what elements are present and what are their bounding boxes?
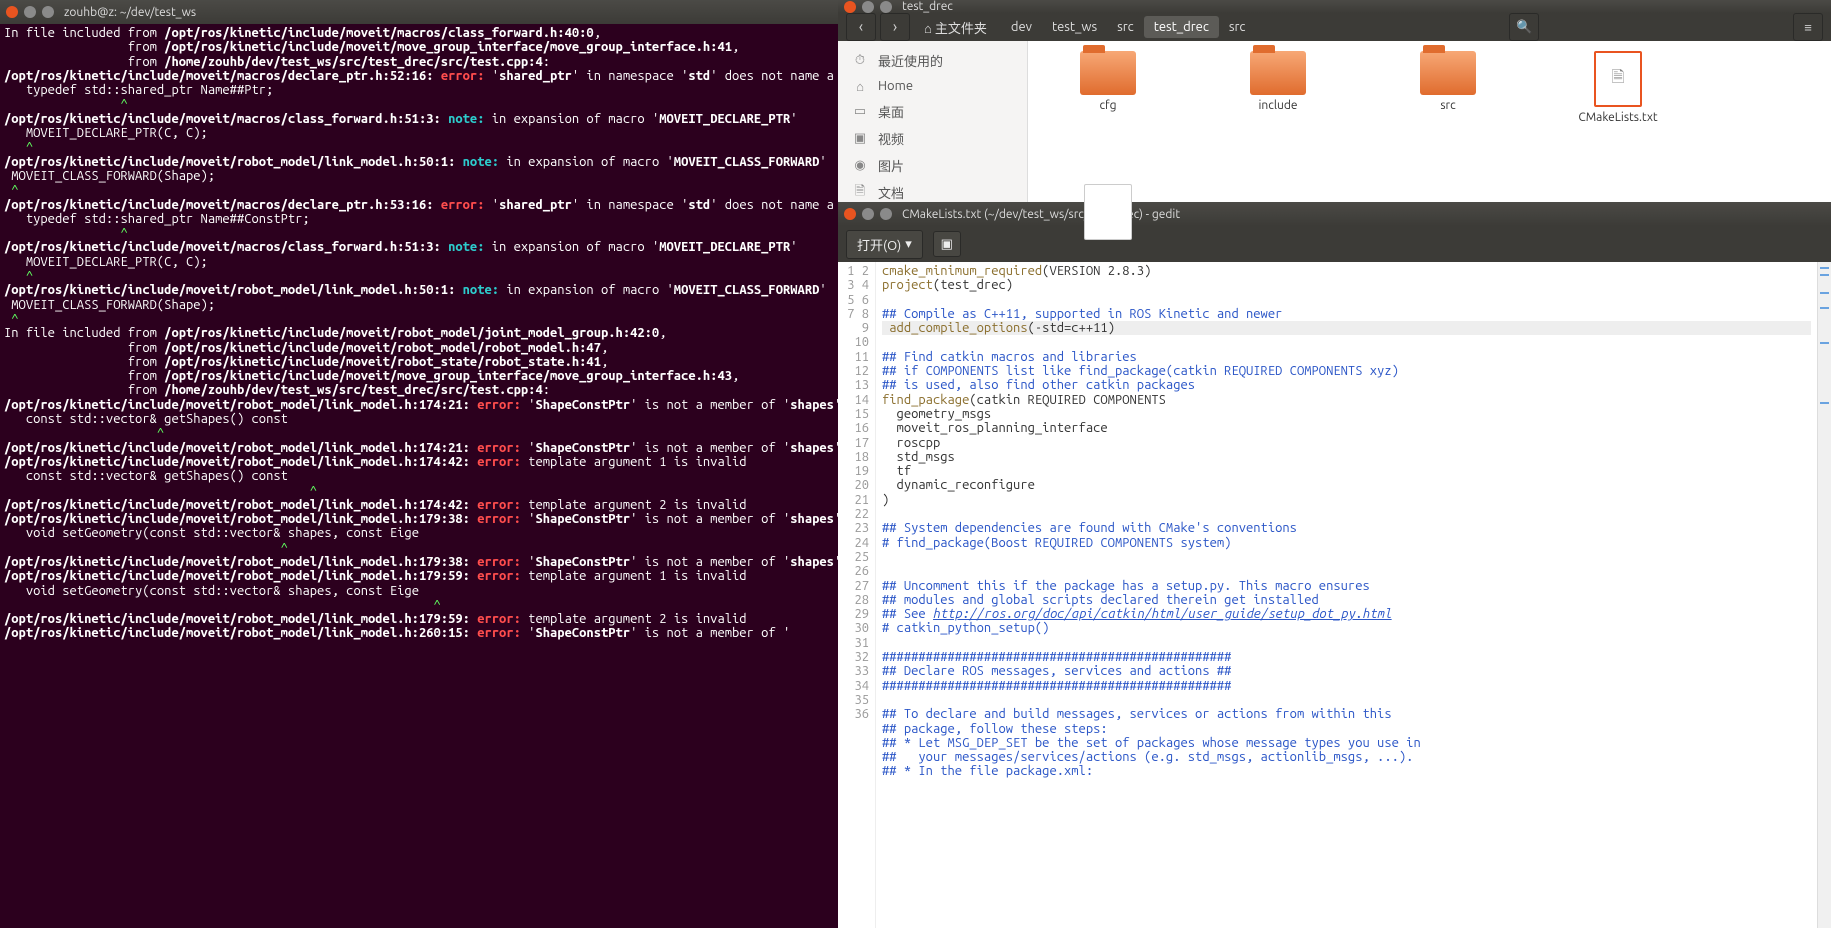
open-button[interactable]: 打开(O) ▾ — [846, 230, 923, 259]
file-label: include — [1259, 99, 1298, 112]
terminal-titlebar[interactable]: zouhb@z: ~/dev/test_ws — [0, 0, 838, 24]
file-label: src — [1440, 99, 1455, 112]
code-content[interactable]: cmake_minimum_required(VERSION 2.8.3) pr… — [876, 262, 1817, 928]
file-manager-titlebar[interactable]: test_drec — [838, 0, 1831, 13]
file-item[interactable]: 🗎 CMakeLists.txt — [1568, 51, 1668, 124]
sidebar-icon: ▣ — [852, 131, 868, 147]
sidebar-label: 视频 — [878, 129, 904, 148]
file-label: cfg — [1099, 99, 1116, 112]
close-icon[interactable] — [6, 6, 18, 18]
sidebar-label: 文档 — [878, 183, 904, 202]
file-item[interactable]: src — [1398, 51, 1498, 124]
sidebar-label: 图片 — [878, 156, 904, 175]
sidebar-icon: ⏱ — [852, 53, 868, 69]
sidebar-icon: ◉ — [852, 158, 868, 174]
sidebar-item[interactable]: ▭ 桌面 — [838, 98, 1027, 125]
minimize-icon[interactable] — [24, 6, 36, 18]
gedit-window: CMakeLists.txt (~/dev/test_ws/src/test_d… — [838, 202, 1831, 928]
terminal-window: zouhb@z: ~/dev/test_ws In file included … — [0, 0, 838, 928]
breadcrumb-item[interactable]: dev — [1001, 16, 1042, 38]
sidebar-item[interactable]: ◉ 图片 — [838, 152, 1027, 179]
sidebar-icon: ⌂ — [852, 78, 868, 94]
search-button[interactable]: 🔍 — [1509, 13, 1539, 41]
menu-button[interactable]: ≡ — [1793, 13, 1823, 41]
file-item[interactable]: include — [1228, 51, 1328, 124]
minimap[interactable] — [1817, 262, 1831, 928]
breadcrumb-item[interactable]: src — [1107, 16, 1144, 38]
sidebar-icon: 🗎 — [852, 185, 868, 201]
file-manager-toolbar: ‹ › ⌂ 主文件夹 devtest_wssrctest_drecsrc 🔍 ≡ — [838, 13, 1831, 41]
editor-area[interactable]: 1 2 3 4 5 6 7 8 9 10 11 12 13 14 15 16 1… — [838, 262, 1831, 928]
gedit-titlebar[interactable]: CMakeLists.txt (~/dev/test_ws/src/test_d… — [838, 202, 1831, 226]
file-icon — [1084, 184, 1132, 240]
gedit-title: CMakeLists.txt (~/dev/test_ws/src/test_d… — [902, 208, 1180, 221]
file-manager-title: test_drec — [902, 0, 953, 13]
chevron-down-icon: ▾ — [905, 237, 912, 252]
breadcrumb-item[interactable]: test_ws — [1042, 16, 1107, 38]
save-icon: ▣ — [941, 237, 953, 252]
close-icon[interactable] — [844, 1, 856, 13]
maximize-icon[interactable] — [42, 6, 54, 18]
sidebar-icon: ▭ — [852, 104, 868, 120]
breadcrumb-home[interactable]: ⌂ 主文件夹 — [914, 14, 997, 41]
sidebar-label: 桌面 — [878, 102, 904, 121]
maximize-icon[interactable] — [880, 208, 892, 220]
terminal-title: zouhb@z: ~/dev/test_ws — [64, 6, 196, 19]
folder-icon — [1420, 51, 1476, 95]
save-button[interactable]: ▣ — [933, 231, 961, 257]
minimize-icon[interactable] — [862, 208, 874, 220]
breadcrumb-item[interactable]: src — [1219, 16, 1256, 38]
folder-icon — [1250, 51, 1306, 95]
maximize-icon[interactable] — [880, 1, 892, 13]
file-manager-window: test_drec ‹ › ⌂ 主文件夹 devtest_wssrctest_d… — [838, 0, 1831, 202]
line-gutter: 1 2 3 4 5 6 7 8 9 10 11 12 13 14 15 16 1… — [838, 262, 876, 928]
breadcrumb-item[interactable]: test_drec — [1144, 16, 1219, 38]
back-button[interactable]: ‹ — [846, 13, 876, 41]
minimize-icon[interactable] — [862, 1, 874, 13]
sidebar-label: 最近使用的 — [878, 51, 943, 70]
close-icon[interactable] — [844, 208, 856, 220]
file-icon: 🗎 — [1594, 51, 1642, 107]
forward-button[interactable]: › — [880, 13, 910, 41]
sidebar-item[interactable]: ▣ 视频 — [838, 125, 1027, 152]
gedit-toolbar: 打开(O) ▾ ▣ — [838, 226, 1831, 262]
sidebar-item[interactable]: ⏱ 最近使用的 — [838, 47, 1027, 74]
sidebar-item[interactable]: ⌂ Home — [838, 74, 1027, 98]
folder-icon — [1080, 51, 1136, 95]
file-label: CMakeLists.txt — [1578, 111, 1657, 124]
file-item[interactable]: cfg — [1058, 51, 1158, 124]
sidebar-label: Home — [878, 79, 913, 93]
terminal-output[interactable]: In file included from /opt/ros/kinetic/i… — [0, 24, 838, 643]
